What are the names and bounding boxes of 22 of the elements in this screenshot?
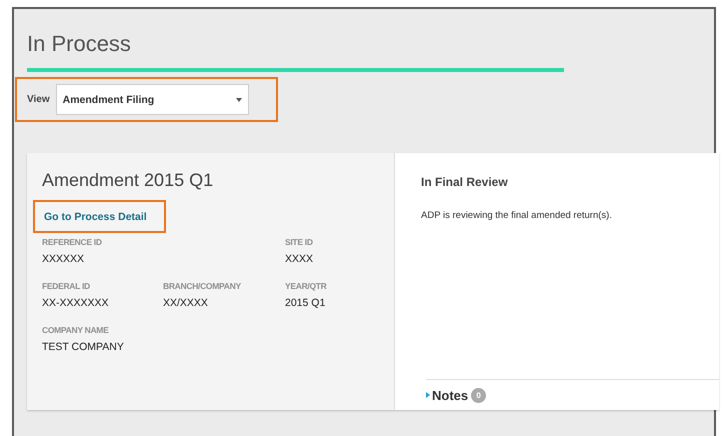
view-label: View <box>27 94 50 105</box>
field-label: BRANCH/COMPANY <box>163 281 241 291</box>
field-label: FEDERAL ID <box>42 281 90 291</box>
page-title: In Process <box>27 31 131 57</box>
count-badge: 0 <box>471 388 486 402</box>
field-label: COMPANY NAME <box>42 325 108 335</box>
status-text: ADP is reviewing the final amended return(s). <box>421 210 612 221</box>
process-detail-link[interactable]: Go to Process Detail <box>44 210 147 222</box>
view-dropdown[interactable]: Amendment Filing <box>56 84 249 115</box>
field-label: SITE ID <box>285 237 313 247</box>
field-value: XX/XXXX <box>163 297 208 309</box>
field-value: TEST COMPANY <box>42 341 124 353</box>
field-value: XXXXXX <box>42 253 84 265</box>
field-label: REFERENCE ID <box>42 237 102 247</box>
status-title: In Final Review <box>421 175 508 189</box>
field-value: XXXX <box>285 253 314 265</box>
field-value: 2015 Q1 <box>285 297 326 309</box>
card-title: Amendment 2015 Q1 <box>42 170 214 191</box>
notes-toggle[interactable]: Notes 0 <box>432 388 486 402</box>
field-value: XX-XXXXXXX <box>42 297 109 309</box>
field-label: YEAR/QTR <box>285 281 327 291</box>
caret-icon <box>236 98 242 102</box>
